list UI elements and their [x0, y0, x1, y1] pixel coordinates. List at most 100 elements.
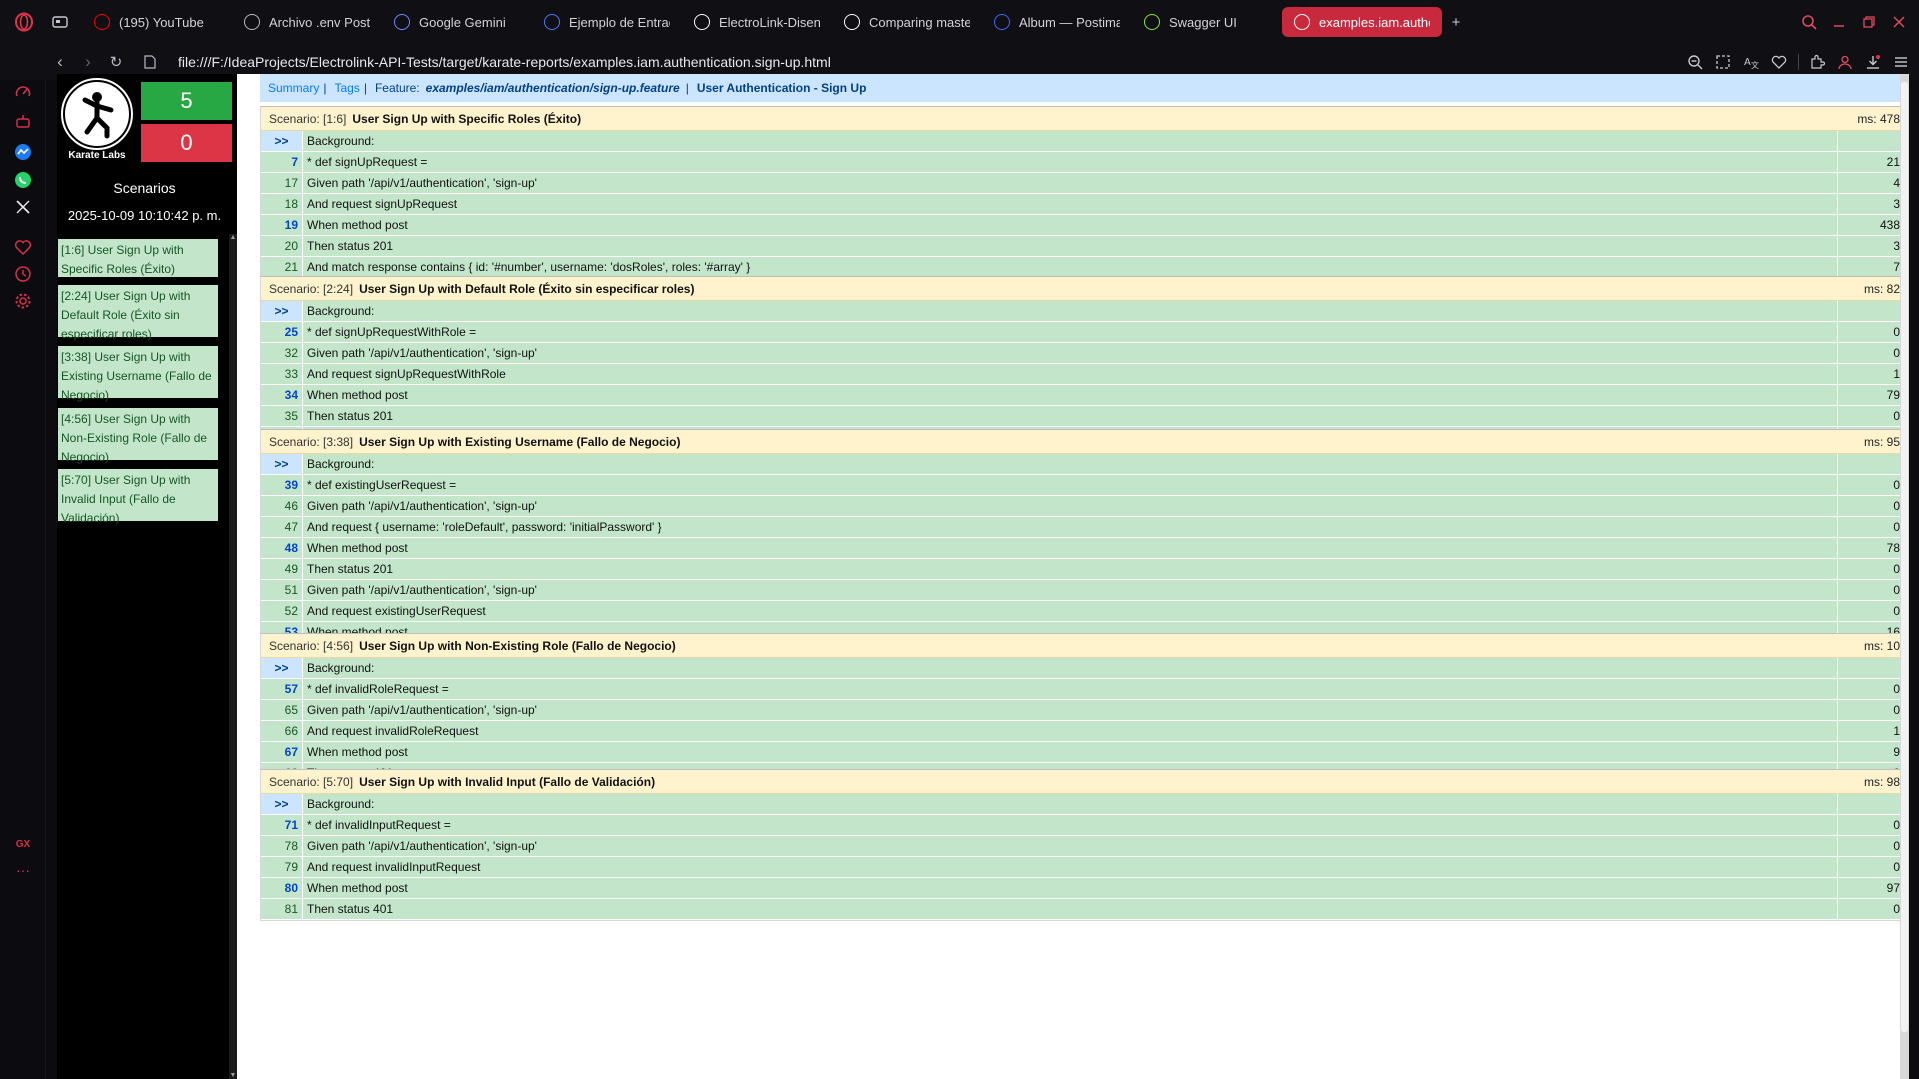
background-toggle[interactable]: >> — [261, 301, 303, 321]
step-line-number[interactable]: 57 — [261, 679, 303, 699]
browser-tab[interactable]: Swagger UI — [1132, 7, 1282, 37]
step-time: 78 — [1886, 541, 1900, 555]
background-toggle[interactable]: >> — [261, 454, 303, 474]
extensions-icon[interactable] — [1805, 50, 1829, 74]
browser-tab[interactable]: Google Gemini — [382, 7, 532, 37]
search-tabs-icon[interactable] — [1797, 10, 1821, 34]
step-line-number[interactable]: 71 — [261, 815, 303, 835]
minimize-icon[interactable] — [1827, 10, 1851, 34]
easy-setup-menu-icon[interactable] — [1889, 50, 1913, 74]
scenario-title-group: Scenario: [5:70] User Sign Up with Invali… — [269, 775, 655, 789]
step-line-number: 35 — [261, 406, 303, 426]
page-info-icon[interactable] — [136, 48, 164, 76]
step-row: >> Background: — [261, 454, 1908, 475]
karate-labs-logo: Karate Labs — [59, 78, 135, 164]
browser-tab[interactable]: Comparing master...dev — [832, 7, 982, 37]
page-scrollbar[interactable] — [1900, 74, 1909, 1079]
browser-tab[interactable]: Archivo .env PostgreSQL — [232, 7, 382, 37]
url-field[interactable]: file:///F:/IdeaProjects/Electrolink-API-… — [178, 54, 831, 70]
gx-control-icon[interactable] — [11, 110, 35, 134]
step-line-number: 81 — [261, 899, 303, 919]
background-toggle[interactable]: >> — [261, 794, 303, 814]
more-options-icon[interactable]: ··· — [11, 858, 35, 882]
gx-corner-label[interactable]: GX — [11, 832, 35, 856]
step-line-number[interactable]: 34 — [261, 385, 303, 405]
window-controls — [1797, 0, 1919, 44]
scenario-nav-item[interactable]: [3:38] User Sign Up with Existing Userna… — [58, 346, 218, 402]
browser-tab[interactable]: Ejemplo de Entradas JSON — [532, 7, 682, 37]
settings-gear-icon[interactable] — [11, 289, 35, 313]
step-line-number[interactable]: 7 — [261, 152, 303, 172]
header-separator: | — [685, 81, 689, 95]
step-line-number[interactable]: 25 — [261, 322, 303, 342]
speed-dial-icon[interactable] — [11, 80, 35, 104]
logo-caption: Karate Labs — [68, 150, 126, 161]
new-tab-button[interactable]: + — [1444, 10, 1468, 34]
browser-tab[interactable]: ElectroLink-Diseno-de-E — [682, 7, 832, 37]
step-text: Background: — [303, 301, 1838, 321]
step-row: 79 And request invalidInputRequest 0 — [261, 857, 1908, 878]
step-line-number: 51 — [261, 580, 303, 600]
downloads-icon[interactable] — [1861, 50, 1885, 74]
step-line-number[interactable]: 80 — [261, 878, 303, 898]
nav-scrollbar[interactable]: ▲ ▼ — [229, 234, 237, 1079]
browser-tab[interactable]: examples.iam.authenticatio — [1282, 7, 1442, 37]
step-text: Then status 401 — [303, 899, 1838, 919]
opera-logo-icon[interactable] — [12, 10, 36, 34]
step-time: 0 — [1893, 520, 1900, 534]
step-time: 438 — [1879, 218, 1900, 232]
tab-title: examples.iam.authenticatio — [1319, 14, 1430, 30]
vpn-profile-icon[interactable] — [1833, 50, 1857, 74]
background-toggle[interactable]: >> — [261, 658, 303, 678]
step-time: 0 — [1893, 703, 1900, 717]
browser-window: (195) YouTube Archivo .env PostgreSQL Goog… — [0, 0, 1919, 1079]
close-icon[interactable] — [1887, 10, 1911, 34]
x-twitter-icon[interactable] — [11, 195, 35, 219]
history-icon[interactable] — [11, 262, 35, 286]
step-text: Then status 201 — [303, 559, 1838, 579]
step-row: 46 Given path '/api/v1/authentication', '… — [261, 496, 1908, 517]
step-row: 48 When method post 78 — [261, 538, 1908, 559]
step-line-number[interactable]: 19 — [261, 215, 303, 235]
step-line-number[interactable]: 39 — [261, 475, 303, 495]
tab-islands-icon[interactable] — [48, 10, 72, 34]
tags-link[interactable]: Tags — [334, 81, 359, 95]
browser-tab[interactable]: Album — Postimages — [982, 7, 1132, 37]
step-line-number[interactable]: 48 — [261, 538, 303, 558]
step-text: * def existingUserRequest = — [303, 475, 1838, 495]
snapshot-icon[interactable] — [1711, 50, 1735, 74]
favorites-heart-icon[interactable] — [11, 235, 35, 259]
zoom-out-icon[interactable] — [1683, 50, 1707, 74]
step-text: Given path '/api/v1/authentication', 'si… — [303, 580, 1838, 600]
translate-icon[interactable]: A文 — [1739, 50, 1763, 74]
back-icon[interactable]: ‹ — [46, 48, 74, 76]
restore-icon[interactable] — [1857, 10, 1881, 34]
scroll-down-icon[interactable]: ▼ — [229, 1072, 237, 1079]
messenger-icon[interactable] — [11, 140, 35, 164]
step-line-number[interactable]: 67 — [261, 742, 303, 762]
summary-link[interactable]: Summary — [268, 81, 319, 95]
scenario-nav-item[interactable]: [5:70] User Sign Up with Invalid Input (… — [58, 469, 218, 525]
scroll-up-icon[interactable]: ▲ — [229, 234, 237, 241]
step-text: When method post — [303, 385, 1838, 405]
page-scroll-thumb[interactable] — [1901, 82, 1908, 1032]
step-time: 0 — [1893, 478, 1900, 492]
scenario-header: Scenario: [5:70] User Sign Up with Invali… — [261, 770, 1908, 794]
step-line-number: 47 — [261, 517, 303, 537]
scenario-nav-item[interactable]: [2:24] User Sign Up with Default Role (É… — [58, 285, 218, 341]
step-text: When method post — [303, 742, 1838, 762]
scenario-nav-item[interactable]: [4:56] User Sign Up with Non-Existing Ro… — [58, 408, 218, 464]
scenario-nav-item[interactable]: [1:6] User Sign Up with Specific Roles (… — [58, 239, 218, 277]
forward-icon[interactable]: › — [74, 48, 102, 76]
feature-name: User Authentication - Sign Up — [696, 81, 867, 95]
background-toggle[interactable]: >> — [261, 131, 303, 151]
reload-icon[interactable]: ↻ — [102, 48, 130, 76]
tab-title: Comparing master...dev — [869, 14, 970, 30]
heart-icon[interactable] — [1767, 50, 1791, 74]
whatsapp-icon[interactable] — [11, 168, 35, 192]
opera-sidebar: GX ··· — [0, 80, 46, 1079]
header-separator: | — [363, 81, 367, 95]
step-time: 97 — [1886, 881, 1900, 895]
browser-tab[interactable]: (195) YouTube — [82, 7, 232, 37]
swirl-icon — [544, 14, 560, 30]
